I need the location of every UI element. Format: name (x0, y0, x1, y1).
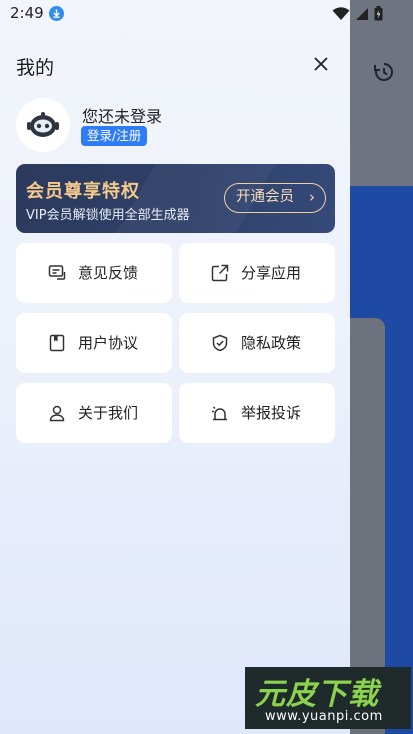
menu-item-report[interactable]: 举报投诉 (179, 383, 335, 443)
agreement-icon (49, 334, 65, 352)
open-vip-button[interactable]: 开通会员 › (224, 183, 326, 213)
avatar[interactable] (16, 98, 70, 152)
signal-icon (355, 8, 368, 20)
menu-label: 关于我们 (78, 404, 139, 422)
status-bar: 2:49 (0, 0, 413, 30)
download-icon (49, 6, 64, 21)
share-icon (211, 264, 229, 282)
drawer-title: 我的 (16, 57, 55, 79)
privacy-shield-icon (212, 334, 228, 352)
feedback-icon (48, 265, 66, 280)
menu-label: 意见反馈 (78, 264, 139, 282)
menu-label: 分享应用 (241, 264, 302, 282)
menu-item-user-agreement[interactable]: 用户协议 (16, 313, 172, 373)
wifi-icon (332, 7, 350, 20)
watermark-brand: 元皮下载 (255, 677, 379, 712)
history-icon (374, 63, 393, 81)
menu-label: 用户协议 (78, 334, 139, 352)
robot-avatar-icon (27, 112, 59, 137)
open-vip-label: 开通会员 (236, 189, 294, 205)
watermark-url: www.yuanpi.com (265, 709, 383, 724)
login-register-button[interactable]: 登录/注册 (81, 126, 148, 146)
close-icon[interactable] (309, 52, 333, 76)
menu-label: 举报投诉 (241, 404, 302, 422)
chevron-right-icon: › (309, 188, 315, 206)
menu-item-privacy-policy[interactable]: 隐私政策 (179, 313, 335, 373)
vip-subtitle: VIP会员解锁使用全部生成器 (26, 208, 190, 223)
vip-banner[interactable]: 会员尊享特权 VIP会员解锁使用全部生成器 开通会员 › (16, 164, 335, 233)
menu-item-feedback[interactable]: 意见反馈 (16, 243, 172, 303)
report-bell-icon (212, 406, 227, 421)
status-icons (332, 6, 383, 25)
watermark: 元皮下载 www.yuanpi.com (245, 667, 411, 729)
user-status-text: 您还未登录 (82, 107, 163, 126)
user-icon (49, 405, 65, 422)
vip-title: 会员尊享特权 (26, 181, 140, 202)
menu-label: 隐私政策 (241, 334, 302, 352)
menu-item-share[interactable]: 分享应用 (179, 243, 335, 303)
menu-item-about-us[interactable]: 关于我们 (16, 383, 172, 443)
status-time: 2:49 (10, 4, 44, 22)
battery-icon (374, 6, 383, 21)
profile-drawer: 我的 您还未登录 登录/注册 会员尊享特权 VIP会员解锁使用全部生成器 开通会… (0, 0, 350, 734)
